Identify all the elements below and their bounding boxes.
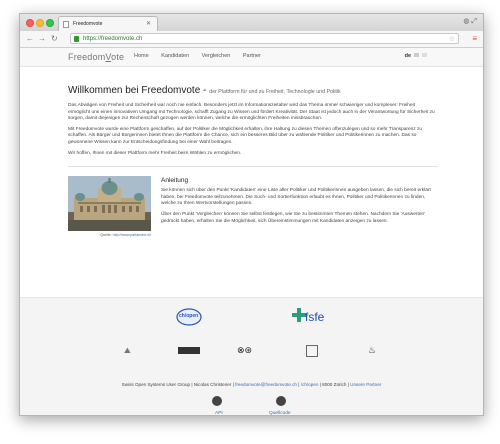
footer: ch/open fsfe ⛰ ⊗⊛ ♨ Swiss Open Systems U…	[20, 297, 483, 415]
user-icon[interactable]: ◍	[463, 18, 469, 25]
page-icon	[63, 21, 69, 28]
intro-paragraph: Das Abwägen von Freiheit und Sicherheit …	[68, 103, 435, 122]
main-nav: Home Kandidaten Vergleichen Partner	[134, 53, 272, 59]
email-link[interactable]: freedomvote@freedomvote.ch	[235, 382, 297, 387]
reload-icon[interactable]: ↻	[51, 33, 58, 45]
main-content: Willkommen bei Freedomvote - der Plattfo…	[68, 66, 438, 258]
minimize-window-button[interactable]	[36, 19, 44, 27]
intro-paragraph: Wir hoffen, Ihnen mit dieser Plattform m…	[68, 150, 242, 156]
address-bar[interactable]: https://freedomvote.ch ☆	[70, 33, 459, 44]
anleitung-title: Anleitung	[161, 177, 189, 185]
address-toolbar: ← → ↻ https://freedomvote.ch ☆ ≡	[20, 31, 483, 48]
url-text: https://freedomvote.ch	[83, 36, 143, 42]
anleitung-paragraph: Über den Punkt 'Vergleichen' können Sie …	[161, 211, 426, 224]
back-icon[interactable]: ←	[26, 33, 34, 45]
close-tab-icon[interactable]: ✕	[146, 17, 151, 32]
flag-icon[interactable]	[414, 53, 419, 57]
anleitung-paragraph: Sie können sich über den Punkt 'Kandidat…	[161, 188, 431, 207]
chopen-logo[interactable]: ch/open	[176, 308, 202, 326]
forward-icon[interactable]: →	[38, 33, 46, 45]
divider	[68, 166, 438, 168]
partner-logo-4[interactable]	[306, 345, 318, 357]
bookmark-star-icon[interactable]: ☆	[449, 34, 455, 45]
tab-title: Freedomvote	[73, 21, 103, 27]
nav-home[interactable]: Home	[134, 53, 149, 59]
anleitung-text: Anleitung Sie können sich über den Punkt…	[161, 176, 438, 225]
api-link[interactable]: API	[215, 411, 223, 415]
nav-kandidaten[interactable]: Kandidaten	[161, 53, 189, 59]
browser-tab[interactable]: Freedomvote ✕	[58, 16, 158, 31]
close-window-button[interactable]	[26, 19, 34, 27]
partner-logo-2[interactable]	[178, 347, 200, 354]
parliament-photo	[68, 176, 151, 232]
nav-partner[interactable]: Partner	[243, 53, 261, 59]
source-code-icon[interactable]	[276, 396, 286, 406]
nav-vergleichen[interactable]: Vergleichen	[202, 53, 231, 59]
intro-paragraph: Mit Freedomvote wurde eine Plattform ges…	[68, 126, 423, 145]
footer-contact: Swiss Open Systems User Group | Nicolas …	[121, 382, 382, 387]
chopen-link[interactable]: /ch/open	[301, 382, 319, 387]
credit-link[interactable]: http://www.parlament.ch	[113, 233, 151, 237]
partner-logo-5[interactable]: ♨	[368, 345, 376, 356]
photo-credit: Quelle: http://www.parlament.ch	[100, 233, 151, 238]
partner-logo-1[interactable]: ⛰	[124, 346, 131, 356]
site-logo[interactable]: FreedomVote	[68, 52, 124, 62]
lock-icon	[74, 36, 79, 42]
site-navbar: FreedomVote Home Kandidaten Vergleichen …	[20, 48, 483, 67]
source-code-link[interactable]: Quellcode	[269, 411, 291, 415]
anleitung-section: Quelle: http://www.parlament.ch Anleitun…	[68, 176, 438, 258]
menu-icon[interactable]: ≡	[472, 34, 477, 44]
browser-window: Freedomvote ✕ ◍ ⤢ ← → ↻ https://freedomv…	[19, 13, 484, 416]
fsfe-logo[interactable]: fsfe	[292, 308, 332, 326]
partner-link[interactable]: Unsere Partner	[350, 382, 381, 387]
api-icon[interactable]	[212, 396, 222, 406]
maximize-window-button[interactable]	[46, 19, 54, 27]
tab-bar: Freedomvote ✕ ◍ ⤢	[20, 14, 483, 31]
partner-logo-3[interactable]: ⊗⊛	[237, 345, 252, 356]
language-selector[interactable]: de	[405, 53, 427, 59]
flag-icon[interactable]	[422, 53, 427, 57]
fullscreen-icon[interactable]: ⤢	[471, 18, 477, 25]
window-controls: ◍ ⤢	[463, 17, 477, 26]
page-title: Willkommen bei Freedomvote - der Plattfo…	[68, 85, 341, 96]
